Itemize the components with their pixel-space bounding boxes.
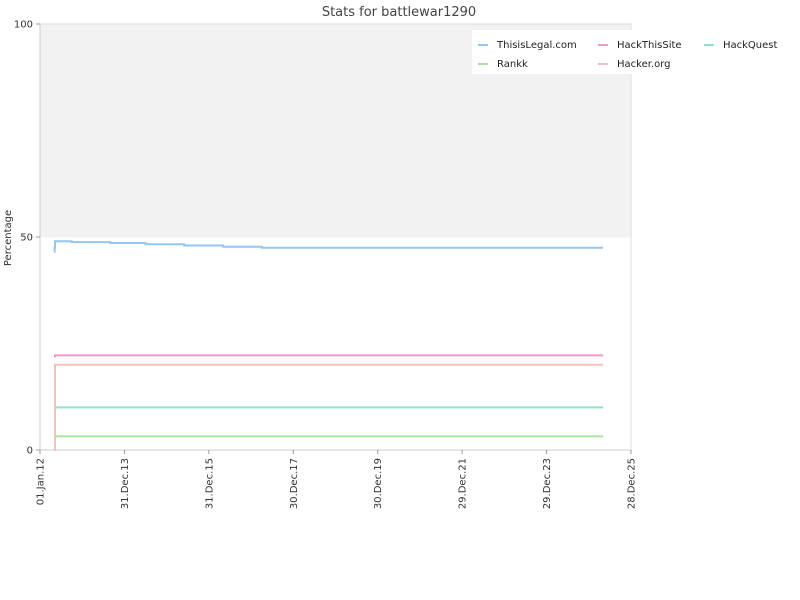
legend-label: HackThisSite bbox=[617, 40, 682, 51]
x-tick-label: 30.Dec.19 bbox=[373, 458, 384, 509]
legend: ThisisLegal.com HackThisSite HackQuest Rank… bbox=[472, 30, 792, 74]
x-tick-label: 30.Dec.17 bbox=[289, 458, 300, 509]
plot-area bbox=[39, 23, 632, 451]
x-tick-label: 28.Dec.25 bbox=[627, 458, 638, 509]
x-tick-label: 01.Jan.12 bbox=[36, 458, 47, 505]
x-tick-label: 29.Dec.21 bbox=[458, 458, 469, 509]
legend-label: Hacker.org bbox=[617, 59, 671, 70]
x-tick-label: 29.Dec.23 bbox=[542, 458, 553, 509]
series-line-hackthissite bbox=[54, 354, 604, 358]
legend-label: ThisisLegal.com bbox=[496, 40, 577, 51]
y-tick-label: 100 bbox=[14, 20, 33, 31]
legend-label: Rankk bbox=[497, 59, 528, 70]
chart-title: Stats for battlewar1290 bbox=[322, 5, 476, 20]
chart-root: Stats for battlewar1290 0 50 100 01.Jan.12 3… bbox=[0, 0, 800, 600]
x-tick-label: 31.Dec.15 bbox=[204, 458, 215, 509]
chart-svg: Stats for battlewar1290 0 50 100 01.Jan.12 3… bbox=[3, 5, 792, 509]
y-axis-label: Percentage bbox=[3, 210, 14, 266]
legend-label: HackQuest bbox=[723, 40, 778, 51]
y-tick-label: 50 bbox=[20, 233, 33, 244]
y-tick-label: 0 bbox=[27, 446, 33, 457]
x-tick-label: 31.Dec.13 bbox=[120, 458, 131, 509]
